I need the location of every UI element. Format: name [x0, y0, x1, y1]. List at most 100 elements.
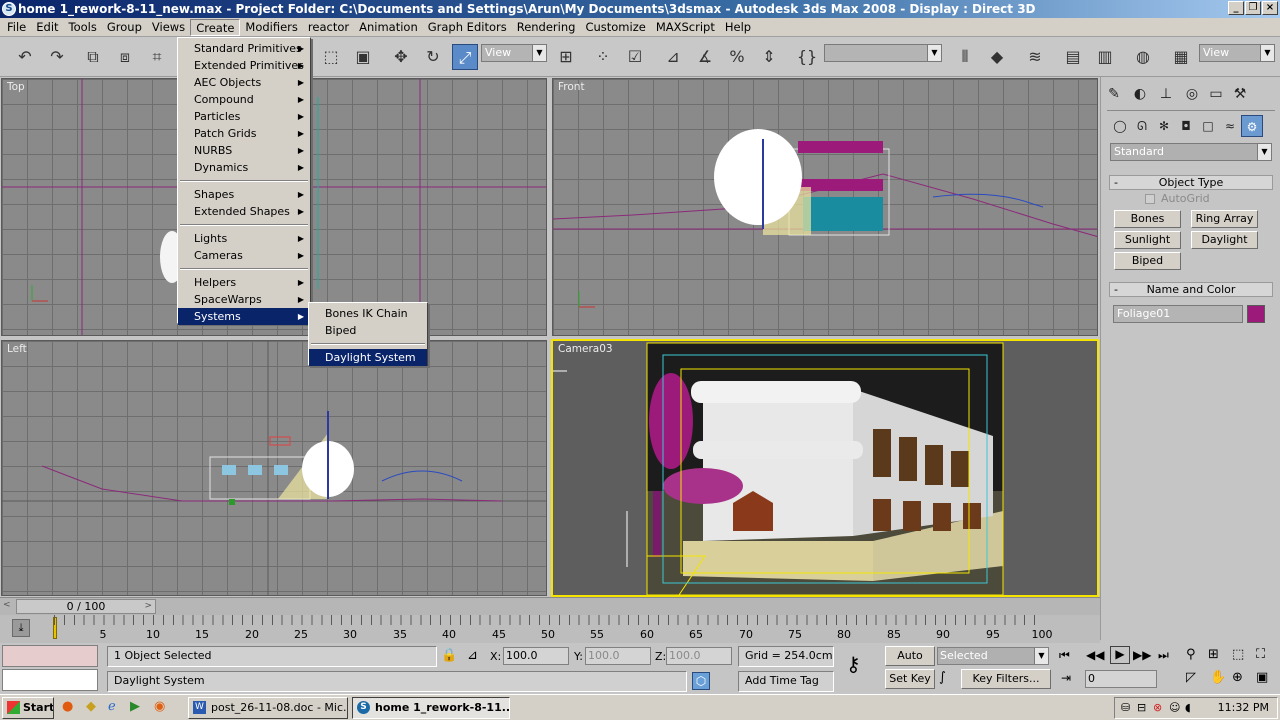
firefox-quicklaunch-icon[interactable]: ●: [62, 699, 73, 714]
autogrid-checkbox[interactable]: [1145, 194, 1155, 204]
close-button[interactable]: ×: [1262, 1, 1278, 15]
category-dropdown[interactable]: Standard ▼: [1110, 143, 1272, 161]
biped-button[interactable]: Biped: [1114, 252, 1181, 270]
create-menu-item[interactable]: SpaceWarps ▶: [178, 291, 310, 308]
start-button[interactable]: Start: [2, 697, 54, 719]
curve-editor-icon[interactable]: ▤: [1060, 44, 1086, 70]
z-coordinate-field[interactable]: 100.0: [666, 647, 732, 665]
snap-toggle-icon[interactable]: ⊿: [660, 44, 686, 70]
menu-graph-editors[interactable]: Graph Editors: [423, 19, 512, 36]
menu-help[interactable]: Help: [720, 19, 756, 36]
edit-named-selection-icon[interactable]: {}: [794, 44, 820, 70]
key-filters-button[interactable]: Key Filters...: [961, 669, 1051, 689]
create-menu-item[interactable]: Shapes ▶: [178, 186, 310, 203]
object-color-swatch[interactable]: [1247, 305, 1265, 323]
systems-item-daylight-system[interactable]: Daylight System: [309, 349, 427, 366]
percent-snap-icon[interactable]: %: [724, 44, 750, 70]
restore-button[interactable]: ❐: [1245, 1, 1261, 15]
current-frame-field[interactable]: 0: [1085, 670, 1157, 688]
add-time-tag[interactable]: Add Time Tag: [738, 671, 834, 692]
schematic-view-icon[interactable]: ▥: [1092, 44, 1118, 70]
reference-coord-combo[interactable]: View ▼: [481, 44, 547, 62]
select-region-icon[interactable]: ⬚: [318, 44, 344, 70]
systems-item-biped[interactable]: Biped: [309, 322, 427, 339]
zoom-all-icon[interactable]: ⊞: [1208, 647, 1219, 662]
viewport-label-top[interactable]: Top: [7, 81, 25, 93]
create-menu-item[interactable]: NURBS ▶: [178, 142, 310, 159]
move-icon[interactable]: ✥: [388, 44, 414, 70]
name-color-rollout[interactable]: - Name and Color: [1109, 282, 1273, 297]
play-icon[interactable]: ▶: [1110, 646, 1130, 664]
create-menu-item[interactable]: AEC Objects ▶: [178, 74, 310, 91]
menu-customize[interactable]: Customize: [580, 19, 650, 36]
undo-icon[interactable]: ↶: [12, 44, 38, 70]
spacewarps-icon[interactable]: ≈: [1219, 115, 1241, 137]
create-tab-icon[interactable]: ✎: [1103, 83, 1125, 105]
daylight-button[interactable]: Daylight: [1191, 231, 1258, 249]
absolute-mode-icon[interactable]: ⊿: [467, 648, 478, 663]
modify-tab-icon[interactable]: ◐: [1129, 83, 1151, 105]
minimize-button[interactable]: _: [1228, 1, 1244, 15]
create-menu-item[interactable]: Helpers ▶: [178, 274, 310, 291]
x-coordinate-field[interactable]: 100.0: [503, 647, 569, 665]
angle-snap-icon[interactable]: ∡: [692, 44, 718, 70]
key-mode-icon[interactable]: ⇥: [1061, 671, 1071, 685]
create-menu-item[interactable]: Standard Primitives ▶: [178, 40, 310, 57]
taskbar-item-word[interactable]: W post_26-11-08.doc - Mic...: [188, 697, 348, 719]
window-crossing-icon[interactable]: ▣: [350, 44, 376, 70]
systems-icon[interactable]: ⚙: [1241, 115, 1263, 137]
media-quicklaunch-icon[interactable]: ▶: [130, 699, 140, 714]
time-slider-thumb[interactable]: 0 / 100 >: [16, 599, 156, 614]
messenger-icon[interactable]: ☺: [1169, 698, 1180, 718]
pivot-icon[interactable]: ⊞: [553, 44, 579, 70]
motion-tab-icon[interactable]: ◎: [1181, 83, 1203, 105]
menu-group[interactable]: Group: [102, 19, 147, 36]
maximize-viewport-icon[interactable]: ▣: [1256, 670, 1268, 685]
viewport-label-front[interactable]: Front: [558, 81, 585, 93]
menu-views[interactable]: Views: [147, 19, 190, 36]
set-key-button[interactable]: Set Key: [885, 669, 935, 689]
object-name-field[interactable]: Foliage01: [1113, 305, 1243, 323]
maxscript-input-mini[interactable]: [2, 669, 98, 691]
lights-icon[interactable]: ✻: [1153, 115, 1175, 137]
utilities-tab-icon[interactable]: ⚒: [1229, 83, 1251, 105]
menu-file[interactable]: File: [2, 19, 31, 36]
prev-frame-icon[interactable]: <: [3, 600, 11, 610]
sunlight-button[interactable]: Sunlight: [1114, 231, 1181, 249]
track-bar[interactable]: ⤓ 5 10 15 20 25 30 35 40 45 50 55 60 65 …: [0, 615, 1100, 643]
rotate-icon[interactable]: ↻: [420, 44, 446, 70]
next-frame-icon[interactable]: ▶▶: [1133, 648, 1151, 662]
volume-icon[interactable]: ◖: [1185, 698, 1191, 718]
browser-quicklaunch-icon[interactable]: ◉: [154, 699, 165, 714]
field-of-view-icon[interactable]: ◸: [1186, 670, 1196, 685]
curve-editor-mini-icon[interactable]: ⤓: [12, 619, 30, 637]
menu-edit[interactable]: Edit: [31, 19, 63, 36]
spinner-snap-icon[interactable]: ⇕: [756, 44, 782, 70]
mirror-icon[interactable]: ⫴: [952, 44, 978, 70]
pan-icon[interactable]: ✋: [1210, 670, 1226, 685]
hierarchy-tab-icon[interactable]: ⊥: [1155, 83, 1177, 105]
tray-icon[interactable]: ⛁: [1121, 698, 1130, 718]
menu-tools[interactable]: Tools: [64, 19, 102, 36]
geometry-icon[interactable]: ◯: [1109, 115, 1131, 137]
viewport-left[interactable]: Left: [1, 340, 547, 596]
menu-maxscript[interactable]: MAXScript: [651, 19, 720, 36]
object-type-rollout[interactable]: - Object Type: [1109, 175, 1273, 190]
auto-key-button[interactable]: Auto Key: [885, 646, 935, 680]
go-to-start-icon[interactable]: ⏮: [1059, 648, 1070, 663]
lock-selection-icon[interactable]: 🔒: [441, 648, 457, 663]
default-tangents-icon[interactable]: ∫: [939, 670, 946, 685]
previous-frame-icon[interactable]: ◀◀: [1086, 648, 1104, 662]
time-tag-icon[interactable]: ⬡: [692, 672, 710, 690]
menu-create[interactable]: Create: [190, 18, 241, 36]
menu-animation[interactable]: Animation: [354, 19, 423, 36]
viewport-label-left[interactable]: Left: [7, 343, 27, 355]
bind-spacewarp-icon[interactable]: ⌗: [144, 44, 170, 70]
maxscript-listener-mini[interactable]: [2, 645, 98, 667]
key-filter-selection[interactable]: Selected ▼: [937, 647, 1049, 665]
scale-icon[interactable]: ⤢: [452, 44, 478, 70]
orbit-icon[interactable]: ⊕: [1232, 670, 1243, 685]
zoom-extents-icon[interactable]: ⬚: [1232, 647, 1244, 662]
time-slider-track[interactable]: < 0 / 100 >: [0, 597, 1100, 615]
viewport-camera[interactable]: Camera03: [551, 339, 1099, 597]
